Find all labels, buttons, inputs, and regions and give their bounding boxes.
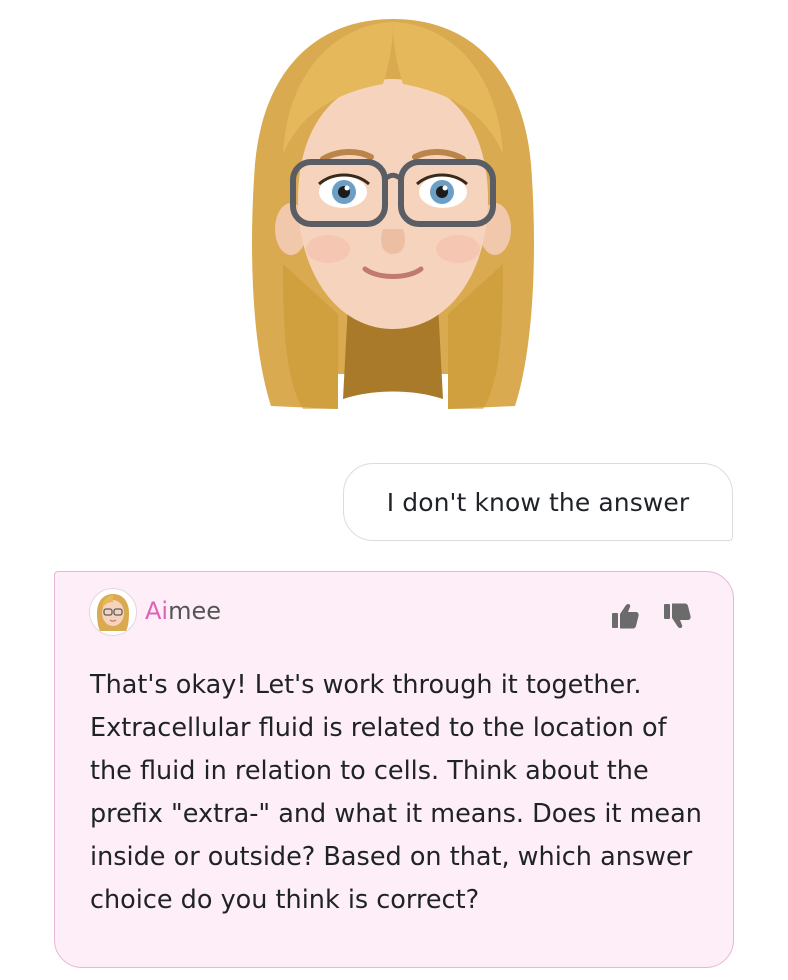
user-message-text: I don't know the answer	[386, 487, 690, 517]
assistant-message-header: Aimee	[89, 588, 699, 636]
assistant-avatar-large	[243, 14, 543, 416]
assistant-avatar-small	[89, 588, 137, 636]
assistant-message-text: That's okay! Let's work through it toget…	[90, 670, 702, 915]
thumbs-up-icon[interactable]	[609, 600, 641, 632]
assistant-name-accent: Ai	[145, 597, 169, 625]
assistant-name-rest: mee	[168, 597, 222, 625]
assistant-name: Aimee	[145, 597, 221, 625]
thumbs-down-icon[interactable]	[661, 600, 693, 632]
user-message-bubble: I don't know the answer	[343, 463, 733, 541]
reaction-buttons	[609, 600, 693, 632]
assistant-message-card: Aimee That's okay! Let's work through it…	[54, 571, 734, 968]
